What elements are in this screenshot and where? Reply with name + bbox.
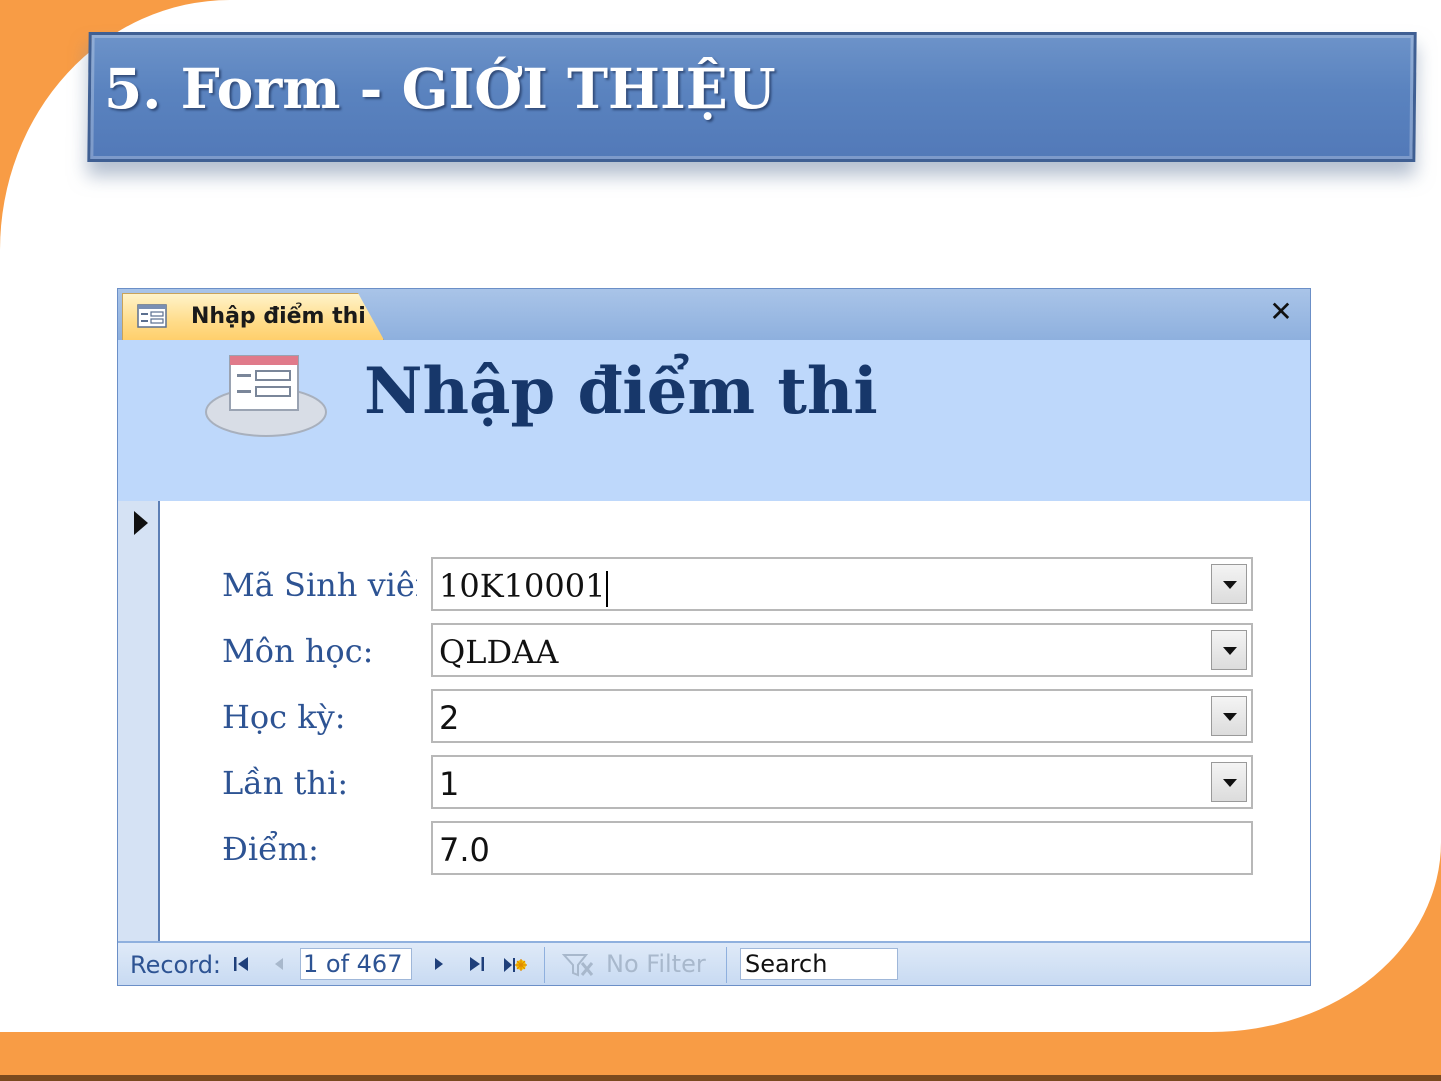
new-record-icon[interactable]: [502, 955, 528, 975]
access-form-window: Nhập điểm thi ✕ Nhập điểm thi Mã Sinh vi…: [117, 288, 1311, 986]
student-id-label: Mã Sinh viên: [222, 566, 417, 604]
close-icon[interactable]: ✕: [1266, 295, 1296, 329]
subject-dropdown-button[interactable]: [1211, 630, 1247, 670]
student-id-value: 10K10001: [439, 567, 609, 607]
form-header-section: Nhập điểm thi: [118, 340, 1310, 501]
form-header-icon: [205, 355, 327, 437]
form-tab-label: Nhập điểm thi: [191, 304, 366, 329]
nav-separator: [544, 947, 545, 983]
current-record-position[interactable]: 1 of 467: [300, 948, 412, 980]
first-record-icon[interactable]: [232, 955, 250, 973]
form-header-title: Nhập điểm thi: [364, 354, 878, 429]
chevron-down-icon: [1223, 581, 1237, 589]
next-record-icon[interactable]: [432, 955, 446, 973]
no-filter-button[interactable]: No Filter: [606, 950, 706, 978]
subject-combobox[interactable]: QLDAA: [431, 623, 1253, 677]
score-value: 7.0: [439, 831, 490, 869]
filter-icon: [562, 954, 594, 977]
nav-separator: [726, 947, 727, 983]
attempt-dropdown-button[interactable]: [1211, 762, 1247, 802]
record-selector[interactable]: [118, 501, 160, 941]
slide-bottom-border: [0, 1075, 1441, 1081]
attempt-label: Lần thi:: [222, 764, 349, 802]
semester-dropdown-button[interactable]: [1211, 696, 1247, 736]
search-input[interactable]: Search: [740, 948, 898, 980]
form-icon: [137, 304, 167, 328]
current-record-arrow-icon: [134, 511, 148, 535]
score-label: Điểm:: [222, 830, 319, 868]
form-document-tab[interactable]: Nhập điểm thi: [122, 293, 384, 340]
attempt-value: 1: [439, 765, 460, 803]
previous-record-icon[interactable]: [272, 955, 286, 973]
student-id-dropdown-button[interactable]: [1211, 564, 1247, 604]
last-record-icon[interactable]: [468, 955, 486, 973]
chevron-down-icon: [1223, 647, 1237, 655]
subject-label: Môn học:: [222, 632, 374, 670]
semester-label: Học kỳ:: [222, 698, 346, 736]
score-textbox[interactable]: 7.0: [431, 821, 1253, 875]
student-id-combobox[interactable]: 10K10001: [431, 557, 1253, 611]
record-label: Record:: [130, 951, 222, 979]
slide-title: 5. Form - GIỚI THIỆU: [104, 56, 776, 121]
record-navigation-bar: Record: 1 of 467 No Filter Search: [118, 941, 1310, 985]
semester-value: 2: [439, 699, 460, 737]
chevron-down-icon: [1223, 713, 1237, 721]
attempt-combobox[interactable]: 1: [431, 755, 1253, 809]
text-cursor: [606, 570, 609, 607]
subject-value: QLDAA: [439, 633, 559, 671]
document-tab-bar: Nhập điểm thi ✕: [118, 289, 1310, 340]
chevron-down-icon: [1223, 779, 1237, 787]
semester-combobox[interactable]: 2: [431, 689, 1253, 743]
